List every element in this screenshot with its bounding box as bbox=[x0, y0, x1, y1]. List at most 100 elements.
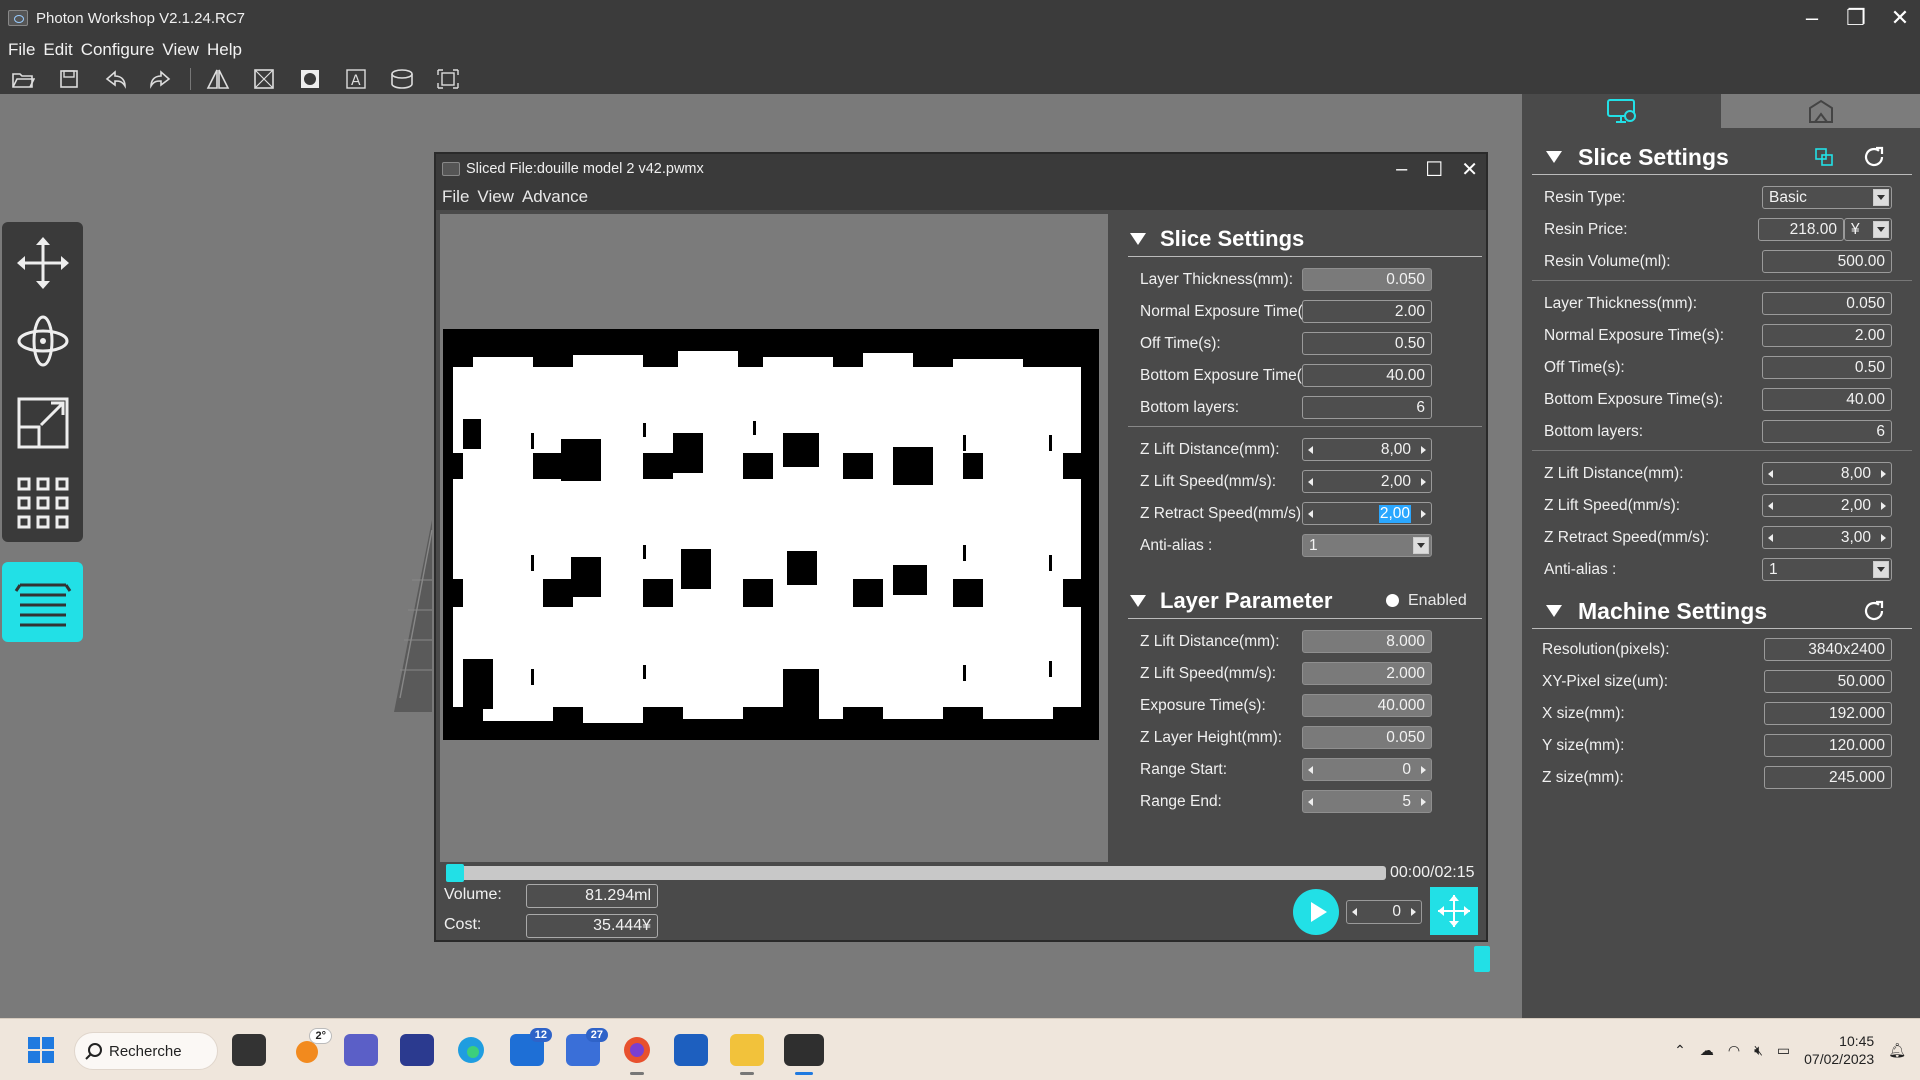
decrement-arrow-icon[interactable] bbox=[1308, 766, 1313, 774]
machine-settings-header[interactable]: Machine Settings bbox=[1522, 594, 1920, 628]
off-time-input[interactable]: 0.50 bbox=[1762, 356, 1892, 379]
collapse-triangle-icon[interactable] bbox=[1130, 595, 1146, 607]
taskbar-search[interactable]: Recherche bbox=[74, 1032, 218, 1070]
photon-workshop-taskbar-icon[interactable] bbox=[784, 1034, 824, 1075]
resin-volume-input[interactable]: 500.00 bbox=[1762, 250, 1892, 273]
restore-button[interactable]: ❐ bbox=[1844, 5, 1868, 31]
x-size-input[interactable]: 192.000 bbox=[1764, 702, 1892, 725]
menu-edit[interactable]: Edit bbox=[41, 40, 74, 60]
redo-icon[interactable] bbox=[144, 66, 178, 92]
text-icon[interactable]: A bbox=[339, 66, 373, 92]
fit-view-icon[interactable] bbox=[1430, 887, 1478, 935]
z-size-input[interactable]: 245.000 bbox=[1764, 766, 1892, 789]
xy-pixel-input[interactable]: 50.000 bbox=[1764, 670, 1892, 693]
chevron-up-icon[interactable]: ⌃ bbox=[1674, 1042, 1686, 1059]
z-lift-speed-spinner[interactable]: 2,00 bbox=[1302, 470, 1432, 493]
menu-file[interactable]: File bbox=[442, 187, 469, 207]
support-icon[interactable] bbox=[385, 66, 419, 92]
clock[interactable]: 10:45 07/02/2023 bbox=[1804, 1032, 1874, 1068]
menu-advance[interactable]: Advance bbox=[522, 187, 588, 207]
punch-hole-icon[interactable] bbox=[293, 66, 327, 92]
close-button[interactable]: ✕ bbox=[1461, 157, 1478, 182]
menu-file[interactable]: File bbox=[6, 40, 37, 60]
resolution-input[interactable]: 3840x2400 bbox=[1764, 638, 1892, 661]
move-icon[interactable] bbox=[10, 230, 76, 296]
decrement-arrow-icon[interactable] bbox=[1352, 908, 1357, 916]
play-icon[interactable] bbox=[1293, 889, 1339, 935]
increment-arrow-icon[interactable] bbox=[1421, 446, 1426, 454]
collapse-triangle-icon[interactable] bbox=[1130, 233, 1146, 245]
hollow-icon[interactable] bbox=[247, 66, 281, 92]
increment-arrow-icon[interactable] bbox=[1411, 908, 1416, 916]
layer-parameter-header[interactable]: Layer Parameter Enabled bbox=[1118, 584, 1478, 618]
array-icon[interactable] bbox=[10, 470, 76, 536]
layer-slider-handle[interactable] bbox=[1474, 946, 1490, 972]
increment-arrow-icon[interactable] bbox=[1881, 502, 1886, 510]
mail-icon[interactable]: 12 bbox=[510, 1028, 552, 1066]
wifi-icon[interactable]: ◠ bbox=[1728, 1042, 1740, 1059]
y-size-input[interactable]: 120.000 bbox=[1764, 734, 1892, 757]
z-retract-speed-spinner[interactable]: 2,00 bbox=[1302, 502, 1432, 525]
increment-arrow-icon[interactable] bbox=[1421, 478, 1426, 486]
currency-select[interactable]: ¥ bbox=[1844, 218, 1892, 241]
windows-start-icon[interactable] bbox=[24, 1034, 58, 1066]
tab-machine[interactable] bbox=[1721, 94, 1920, 128]
mirror-icon[interactable] bbox=[201, 66, 235, 92]
increment-arrow-icon[interactable] bbox=[1881, 534, 1886, 542]
rotate-icon[interactable] bbox=[10, 308, 76, 374]
file-explorer-icon[interactable] bbox=[730, 1034, 764, 1075]
range-start-spinner[interactable]: 0 bbox=[1302, 758, 1432, 781]
z-lift-distance-spinner[interactable]: 8,00 bbox=[1762, 462, 1892, 485]
menu-help[interactable]: Help bbox=[205, 40, 244, 60]
decrement-arrow-icon[interactable] bbox=[1308, 446, 1313, 454]
off-time-input[interactable]: 0.50 bbox=[1302, 332, 1432, 355]
chevron-down-icon[interactable] bbox=[1413, 537, 1429, 554]
scale-icon[interactable] bbox=[10, 390, 76, 456]
menu-view[interactable]: View bbox=[160, 40, 201, 60]
layer-thickness-input[interactable]: 0.050 bbox=[1762, 292, 1892, 315]
tab-slice-settings[interactable] bbox=[1522, 94, 1721, 128]
bottom-exposure-input[interactable]: 40.00 bbox=[1302, 364, 1432, 387]
menu-view[interactable]: View bbox=[477, 187, 514, 207]
weather-icon[interactable]: 2° bbox=[290, 1028, 332, 1066]
notification-bell-icon[interactable]: 🔔︎ bbox=[1888, 1042, 1906, 1059]
firefox-icon[interactable] bbox=[620, 1034, 654, 1075]
minimize-button[interactable]: – bbox=[1800, 5, 1824, 31]
slice-settings-header[interactable]: Slice Settings bbox=[1118, 222, 1478, 256]
sliced-window-titlebar[interactable]: Sliced File:douille model 2 v42.pwmx – ☐… bbox=[436, 154, 1486, 184]
cloud-icon[interactable]: ☁ bbox=[1700, 1042, 1714, 1059]
maximize-button[interactable]: ☐ bbox=[1425, 157, 1443, 182]
copy-settings-icon[interactable] bbox=[1814, 147, 1834, 172]
undo-icon[interactable] bbox=[98, 66, 132, 92]
decrement-arrow-icon[interactable] bbox=[1768, 502, 1773, 510]
open-icon[interactable] bbox=[6, 66, 40, 92]
chevron-down-icon[interactable] bbox=[1873, 221, 1889, 238]
minimize-button[interactable]: – bbox=[1396, 158, 1407, 181]
chevron-down-icon[interactable] bbox=[1873, 189, 1889, 206]
collapse-triangle-icon[interactable] bbox=[1546, 151, 1562, 163]
decrement-arrow-icon[interactable] bbox=[1768, 470, 1773, 478]
enabled-radio[interactable] bbox=[1386, 594, 1399, 607]
bottom-layers-input[interactable]: 6 bbox=[1762, 420, 1892, 443]
bottom-exposure-input[interactable]: 40.00 bbox=[1762, 388, 1892, 411]
resin-type-select[interactable]: Basic bbox=[1762, 186, 1892, 209]
layer-timeline-thumb[interactable] bbox=[446, 864, 464, 882]
z-lift-distance-spinner[interactable]: 8,00 bbox=[1302, 438, 1432, 461]
collapse-triangle-icon[interactable] bbox=[1546, 605, 1562, 617]
edge-icon[interactable] bbox=[454, 1034, 488, 1066]
decrement-arrow-icon[interactable] bbox=[1308, 798, 1313, 806]
slice-settings-header[interactable]: Slice Settings bbox=[1522, 140, 1920, 174]
increment-arrow-icon[interactable] bbox=[1421, 766, 1426, 774]
teams-icon[interactable]: 27 bbox=[566, 1028, 608, 1066]
layer-timeline-track[interactable] bbox=[446, 866, 1386, 880]
resin-price-input[interactable]: 218.00 bbox=[1758, 218, 1844, 241]
refresh-icon[interactable] bbox=[1862, 599, 1886, 628]
menu-configure[interactable]: Configure bbox=[79, 40, 157, 60]
chevron-down-icon[interactable] bbox=[1873, 561, 1889, 578]
z-lift-speed-spinner[interactable]: 2,00 bbox=[1762, 494, 1892, 517]
speaker-muted-icon[interactable]: 🔇︎ bbox=[1754, 1042, 1763, 1059]
layer-number-spinner[interactable]: 0 bbox=[1346, 900, 1422, 924]
normal-exposure-input[interactable]: 2.00 bbox=[1762, 324, 1892, 347]
task-view-icon[interactable] bbox=[232, 1034, 266, 1066]
visual-studio-icon[interactable] bbox=[400, 1034, 434, 1066]
